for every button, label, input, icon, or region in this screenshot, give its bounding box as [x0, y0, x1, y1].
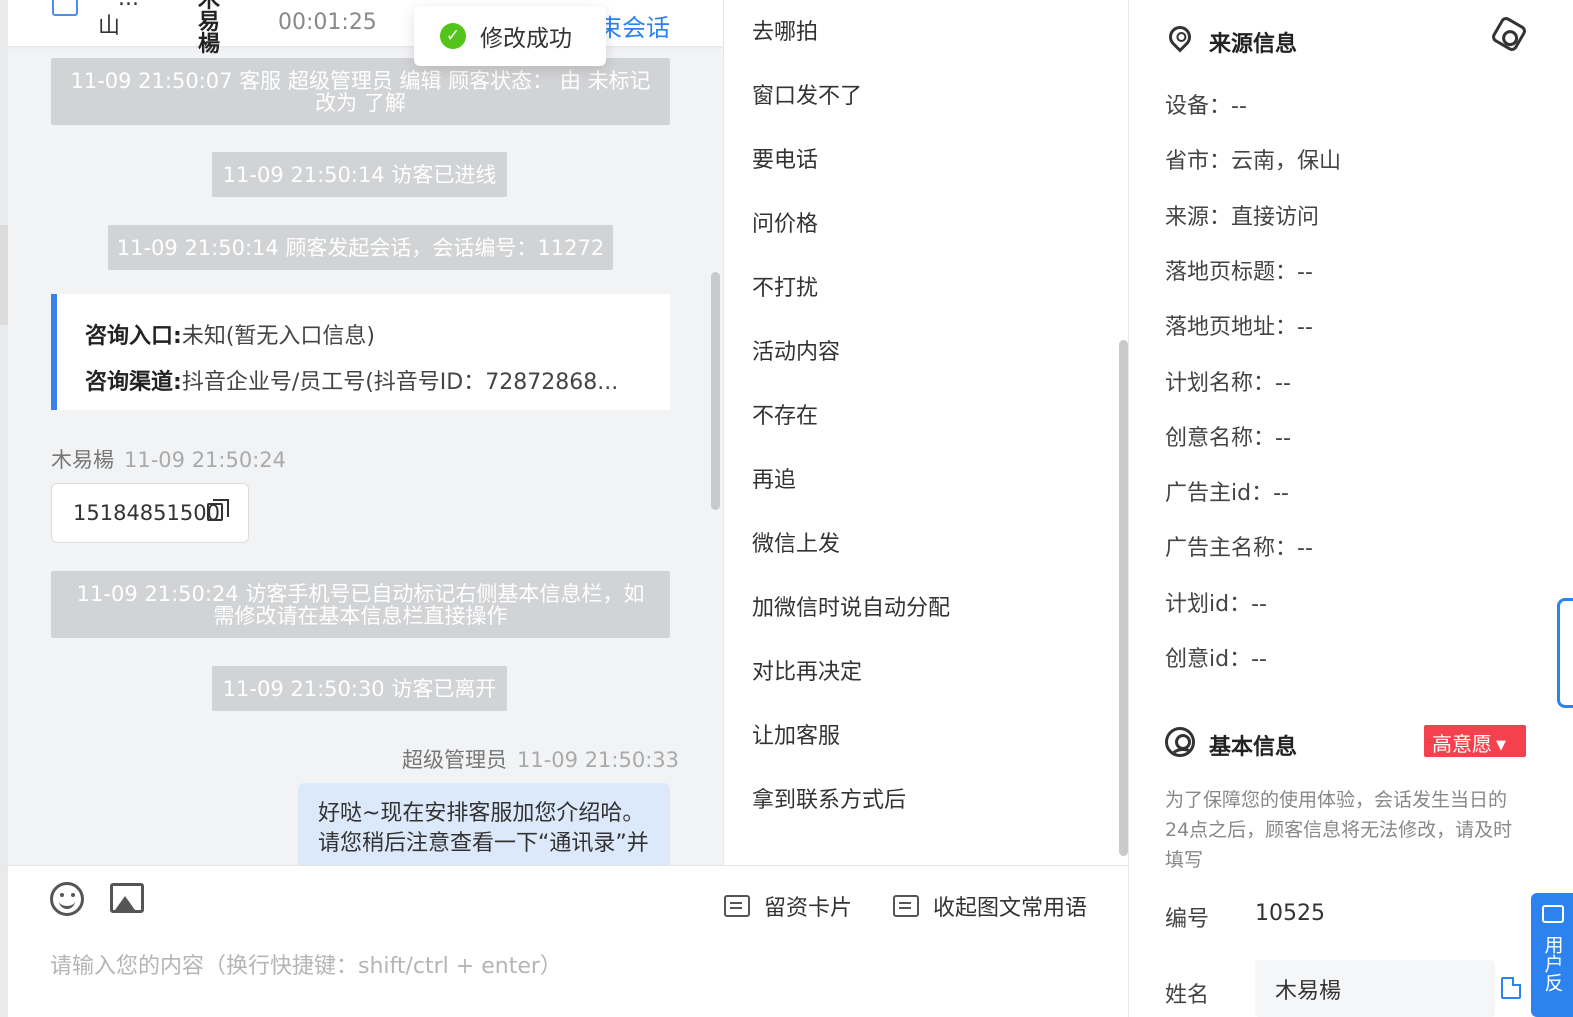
visitor-message-bubble: 15184851500 [51, 483, 249, 543]
chat-header: ... 山 木易楊 00:01:25 束会话 [8, 0, 723, 56]
system-message-line: 11-09 21:50:07 客服 超级管理员 编辑 顾客状态： 由 未标记 [70, 69, 651, 93]
system-message-line: 需修改请在基本信息栏直接操作 [213, 604, 508, 628]
chat-scrollbar[interactable] [711, 272, 720, 510]
quick-phrase-panel: 去哪拍窗口发不了要电话问价格不打扰活动内容不存在再追微信上发加微信时说自动分配对… [723, 0, 1128, 865]
system-message: 11-09 21:50:14 顾客发起会话，会话编号：11272 [108, 225, 613, 270]
source-info-field: 来源：直接访问 [1165, 204, 1320, 230]
end-session-button[interactable]: 束会话 [598, 8, 670, 43]
image-icon[interactable] [110, 883, 144, 913]
card-icon [724, 895, 750, 917]
source-info-title: 来源信息 [1209, 32, 1298, 57]
user-feedback-tab[interactable]: 用户反 [1531, 893, 1573, 1017]
id-value: 10525 [1255, 901, 1325, 926]
source-info-field: 落地页标题：-- [1165, 259, 1313, 285]
consult-entry-value: 未知(暂无入口信息) [181, 324, 375, 349]
phrase-scrollbar[interactable] [1119, 340, 1128, 856]
message-input-area: 留资卡片 收起图文常用语 请输入您的内容（换行快捷键：shift/ctrl + … [0, 865, 1128, 1017]
edit-notice: 为了保障您的使用体验，会话发生当日的24点之后，顾客信息将无法修改，请及时填写 [1165, 789, 1513, 871]
phone-number: 15184851500 [73, 501, 220, 525]
quick-phrase-item[interactable]: 问价格 [752, 206, 818, 238]
collapse-phrases-button[interactable]: 收起图文常用语 [893, 890, 1087, 922]
quick-phrase-item[interactable]: 再追 [752, 462, 796, 494]
location-pin-icon [1164, 21, 1196, 53]
consult-entry-label: 咨询入口: [85, 324, 182, 349]
user-circle-icon [1165, 727, 1195, 757]
name-field[interactable]: 木易楊 [1255, 960, 1495, 1017]
feedback-icon [1541, 905, 1564, 923]
name-label: 姓名 [1165, 983, 1210, 1008]
collapse-phrases-label: 收起图文常用语 [933, 896, 1088, 921]
message-input[interactable]: 请输入您的内容（换行快捷键：shift/ctrl + enter） [50, 948, 562, 980]
monitor-icon [52, 0, 78, 16]
quick-phrase-item[interactable]: 窗口发不了 [752, 78, 862, 110]
source-info-field: 创意名称：-- [1165, 425, 1291, 451]
toast-text: 修改成功 [480, 26, 572, 52]
source-info-field: 省市：云南，保山 [1165, 149, 1342, 175]
quick-phrase-item[interactable]: 让加客服 [752, 718, 840, 750]
source-info-field: 计划id：-- [1165, 591, 1267, 617]
copy-icon[interactable] [207, 499, 229, 521]
system-message-line: 改为 了解 [315, 91, 406, 115]
quick-phrase-item[interactable]: 微信上发 [752, 526, 840, 558]
emoji-icon[interactable] [50, 882, 84, 916]
source-info-field: 广告主名称：-- [1165, 536, 1313, 562]
source-info-field: 计划名称：-- [1165, 370, 1291, 396]
sender-name: 超级管理员 [402, 748, 507, 772]
quick-phrase-item[interactable]: 拿到联系方式后 [752, 782, 906, 814]
chat-panel: ... 山 木易楊 00:01:25 束会话 ✓ 修改成功 11-09 21:5… [0, 0, 723, 865]
basic-info-title: 基本信息 [1209, 735, 1298, 760]
quick-phrase-item[interactable]: 要电话 [752, 142, 818, 174]
feedback-tab-label: 用户反 [1541, 935, 1564, 992]
consult-channel: 咨询渠道:抖音企业号/员工号(抖音号ID：72872868... [85, 364, 618, 396]
quick-phrase-item[interactable]: 不打扰 [752, 270, 818, 302]
header-city: 山 [98, 14, 121, 39]
message-icon [893, 895, 919, 917]
source-info-field: 创意id：-- [1165, 647, 1267, 672]
visitor-sender: 木易楊 11-09 21:50:24 [51, 444, 286, 474]
quick-phrase-item[interactable]: 对比再决定 [752, 654, 862, 686]
quick-phrase-item[interactable]: 活动内容 [752, 334, 840, 366]
intent-badge-label: 高意愿 [1432, 732, 1492, 756]
message-line: 好哒~现在安排客服加您介绍哈。 [318, 801, 645, 826]
consult-info-card: 咨询入口:未知(暂无入口信息) 咨询渠道:抖音企业号/员工号(抖音号ID：728… [51, 294, 670, 410]
source-info-field: 设备：-- [1165, 94, 1247, 119]
quick-phrase-item[interactable]: 去哪拍 [752, 14, 818, 46]
consult-channel-label: 咨询渠道: [85, 370, 182, 395]
agent-sender: 超级管理员 11-09 21:50:33 [402, 744, 679, 774]
system-message: 11-09 21:50:14 访客已进线 [212, 152, 507, 197]
header-visitor-name: 木易楊 [198, 0, 221, 57]
quick-phrase-item[interactable]: 加微信时说自动分配 [752, 590, 950, 622]
session-duration: 00:01:25 [278, 10, 377, 35]
intent-status-dropdown[interactable]: 高意愿 ▼ [1424, 725, 1526, 757]
lead-card-label: 留资卡片 [764, 896, 853, 921]
message-time: 11-09 21:50:24 [124, 448, 287, 472]
header-city-top: ... [118, 0, 139, 11]
check-circle-icon: ✓ [440, 23, 466, 49]
consult-channel-value: 抖音企业号/员工号(抖音号ID：72872868... [181, 370, 619, 395]
agent-message-bubble: 好哒~现在安排客服加您介绍哈。 请您稍后注意查看一下“通讯录”并 ... [298, 783, 670, 865]
system-message: 11-09 21:50:30 访客已离开 [212, 666, 507, 711]
lead-card-button[interactable]: 留资卡片 [724, 890, 852, 922]
side-drawer-handle[interactable] [1557, 598, 1573, 708]
system-message-line: 11-09 21:50:24 访客手机号已自动标记右侧基本信息栏，如 [76, 582, 645, 606]
system-message: 11-09 21:50:24 访客手机号已自动标记右侧基本信息栏，如 需修改请在… [51, 571, 670, 638]
settings-icon[interactable] [1489, 14, 1529, 54]
source-info-field: 落地页地址：-- [1165, 315, 1313, 341]
message-time: 11-09 21:50:33 [517, 748, 680, 772]
left-edge-strip [0, 225, 8, 325]
sender-name: 木易楊 [51, 448, 114, 472]
consult-entry: 咨询入口:未知(暂无入口信息) [85, 318, 375, 350]
message-line: 请您稍后注意查看一下“通讯录”并 [318, 831, 649, 856]
source-info-field: 广告主id：-- [1165, 481, 1289, 507]
visitor-info-panel: 来源信息 基本信息 高意愿 ▼ 为了保障您的使用体验，会话发生当日的24点之后，顾… [1128, 0, 1573, 1017]
caret-down-icon: ▼ [1496, 738, 1506, 753]
quick-phrase-item[interactable]: 不存在 [752, 398, 818, 430]
id-label: 编号 [1165, 907, 1210, 932]
success-toast: ✓ 修改成功 [414, 6, 606, 66]
document-icon[interactable] [1501, 977, 1521, 999]
system-message: 11-09 21:50:07 客服 超级管理员 编辑 顾客状态： 由 未标记 改… [51, 58, 670, 125]
